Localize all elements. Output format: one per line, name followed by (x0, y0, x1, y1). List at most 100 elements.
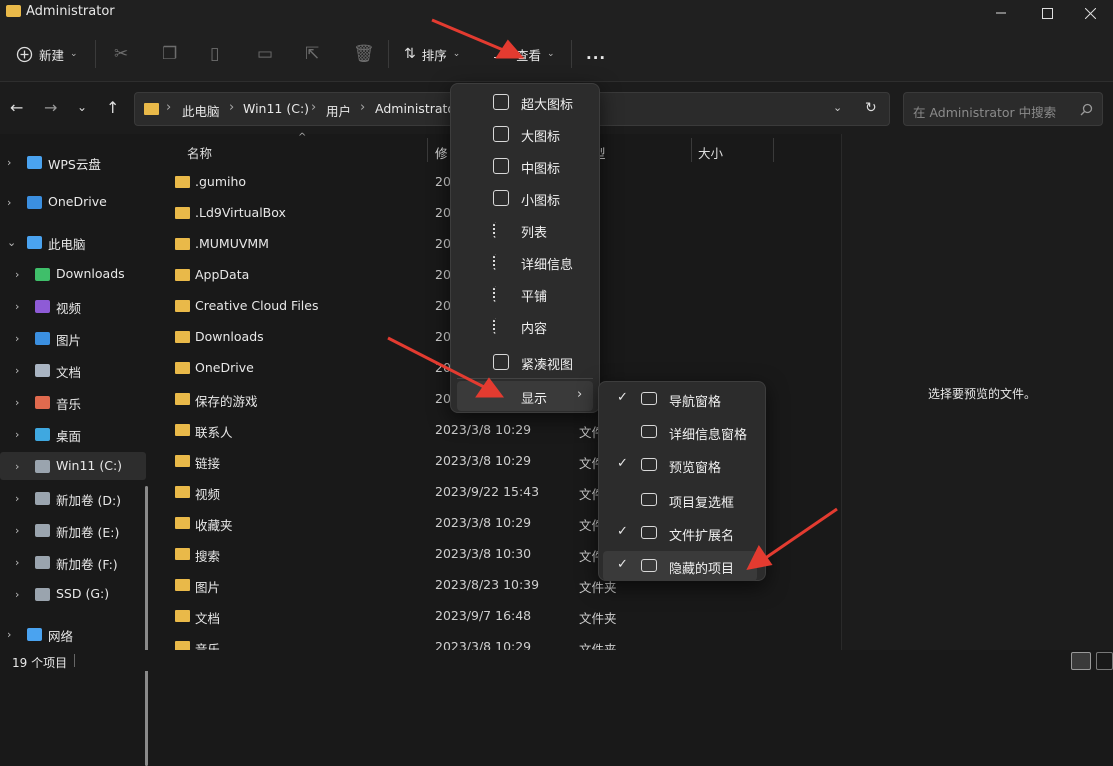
view-option-icon (493, 222, 509, 238)
sort-label: 排序 (421, 47, 447, 63)
menu-item-show-option[interactable]: ✓ 预览窗格 (603, 450, 757, 480)
sidebar-item[interactable]: › 图片 (0, 324, 146, 352)
chevron-down-icon: ⌄ (547, 49, 555, 59)
sidebar-item[interactable]: › 音乐 (0, 388, 146, 416)
menu-item-view[interactable]: 紧凑视图 (457, 347, 593, 377)
more-button[interactable]: ... (586, 40, 606, 68)
recent-chevron-icon[interactable]: ⌄ (77, 100, 87, 114)
menu-item-show[interactable]: 显示 › (457, 381, 593, 411)
preview-message: 选择要预览的文件。 (928, 387, 1037, 401)
details-view-icon[interactable] (1071, 652, 1091, 670)
rename-icon[interactable]: ▭ (257, 40, 273, 68)
menu-item-view[interactable]: 超大图标 (457, 87, 593, 117)
checkmark-icon: ✓ (617, 456, 628, 471)
view-button[interactable]: 查看 ⌄ (494, 40, 555, 68)
chevron-right-icon[interactable]: › (7, 196, 11, 209)
sidebar-item[interactable]: › 视频 (0, 292, 146, 320)
menu-item-show-option[interactable]: 详细信息窗格 (603, 417, 757, 447)
breadcrumb-users[interactable]: 用户 (326, 101, 351, 120)
sidebar-item-label: 此电脑 (48, 237, 86, 252)
menu-item-show-option[interactable]: ✓ 隐藏的项目 (603, 551, 757, 581)
sidebar-item[interactable]: › WPS云盘 (0, 148, 146, 176)
thumbnail-view-icon[interactable] (1096, 652, 1113, 670)
sidebar-item[interactable]: › 文档 (0, 356, 146, 384)
pane-option-icon (641, 425, 657, 438)
file-name: 链接 (195, 456, 221, 471)
menu-item-view[interactable]: 列表 (457, 215, 593, 245)
menu-item-view[interactable]: 中图标 (457, 151, 593, 181)
item-count: 19 个项目 (12, 656, 68, 670)
new-button[interactable]: 新建 ⌄ (16, 40, 78, 68)
sidebar-scrollbar[interactable] (145, 486, 148, 766)
sidebar-item-label: Win11 (C:) (56, 458, 123, 473)
sort-button[interactable]: ⇅ 排序 ⌄ (404, 40, 460, 68)
folder-icon (175, 517, 190, 529)
menu-item-view[interactable]: 大图标 (457, 119, 593, 149)
close-button[interactable] (1067, 0, 1113, 26)
view-option-label: 超大图标 (521, 98, 574, 113)
paste-icon[interactable]: ▯ (210, 40, 219, 68)
file-date: 20 (435, 267, 451, 282)
sidebar-item[interactable]: › Win11 (C:) (0, 452, 146, 480)
menu-item-show-option[interactable]: ✓ 文件扩展名 (603, 518, 757, 548)
sidebar-item[interactable]: › OneDrive (0, 188, 146, 216)
column-date-header[interactable]: 修 (435, 143, 448, 162)
chevron-right-icon[interactable]: › (15, 396, 19, 409)
view-option-icon (493, 126, 509, 142)
column-size-header[interactable]: 大小 (698, 143, 723, 162)
delete-icon[interactable]: 🗑 (353, 40, 375, 68)
sidebar-item[interactable]: › 新加卷 (E:) (0, 516, 146, 544)
sidebar-item[interactable]: › 新加卷 (D:) (0, 484, 146, 512)
menu-item-view[interactable]: 内容 (457, 311, 593, 341)
chevron-right-icon[interactable]: › (15, 524, 19, 537)
breadcrumb-drive[interactable]: Win11 (C:) (243, 101, 309, 116)
chevron-down-icon[interactable]: ⌄ (833, 101, 842, 114)
maximize-button[interactable] (1024, 0, 1070, 26)
menu-item-show-option[interactable]: 项目复选框 (603, 485, 757, 515)
sidebar-item[interactable]: › 桌面 (0, 420, 146, 448)
sidebar-item[interactable]: › 网络 (0, 620, 146, 648)
column-name-header[interactable]: 名称 (187, 143, 212, 162)
chevron-right-icon[interactable]: › (15, 588, 19, 601)
drive-icon (35, 460, 50, 473)
share-icon[interactable]: ⇱ (305, 40, 319, 68)
chevron-right-icon[interactable]: › (15, 428, 19, 441)
chevron-right-icon[interactable]: › (15, 300, 19, 313)
copy-icon[interactable]: ❐ (162, 40, 177, 68)
forward-arrow-icon[interactable]: → (44, 98, 57, 117)
chevron-down-icon[interactable]: ⌄ (7, 236, 16, 249)
sidebar-item[interactable]: › 新加卷 (F:) (0, 548, 146, 576)
view-option-label: 中图标 (521, 162, 561, 177)
breadcrumb-administrator[interactable]: Administrato (375, 101, 455, 116)
folder-icon (175, 207, 190, 219)
menu-item-show-option[interactable]: ✓ 导航窗格 (603, 384, 757, 414)
chevron-right-icon[interactable]: › (7, 156, 11, 169)
menu-item-view[interactable]: 小图标 (457, 183, 593, 213)
chevron-right-icon[interactable]: › (15, 556, 19, 569)
chevron-right-icon[interactable]: › (15, 460, 19, 473)
refresh-icon[interactable]: ↻ (865, 100, 877, 116)
file-name: 联系人 (195, 425, 233, 440)
pane-option-icon (641, 392, 657, 405)
chevron-right-icon[interactable]: › (15, 364, 19, 377)
up-arrow-icon[interactable]: ↑ (106, 98, 119, 117)
back-arrow-icon[interactable]: ← (10, 98, 23, 117)
folder-icon (175, 269, 190, 281)
status-bar: 19 个项目 (0, 650, 1113, 671)
table-row[interactable]: 文档 2023/9/7 16:48 文件夹 (173, 602, 833, 632)
breadcrumb-this-pc[interactable]: 此电脑 (182, 101, 220, 120)
chevron-right-icon[interactable]: › (7, 628, 11, 641)
search-input[interactable]: 在 Administrator 中搜索 (903, 92, 1103, 126)
cut-icon[interactable]: ✂ (114, 40, 128, 68)
chevron-right-icon[interactable]: › (15, 492, 19, 505)
minimize-button[interactable] (978, 0, 1024, 26)
menu-item-view[interactable]: 平铺 (457, 279, 593, 309)
sidebar-item[interactable]: ⌄ 此电脑 (0, 228, 146, 256)
sidebar-item[interactable]: › Downloads (0, 260, 146, 288)
chevron-right-icon[interactable]: › (15, 332, 19, 345)
sidebar-item-label: 音乐 (56, 397, 82, 412)
chevron-right-icon[interactable]: › (15, 268, 19, 281)
menu-item-view[interactable]: 详细信息 (457, 247, 593, 277)
picture-icon (35, 332, 50, 345)
sidebar-item[interactable]: › SSD (G:) (0, 580, 146, 608)
